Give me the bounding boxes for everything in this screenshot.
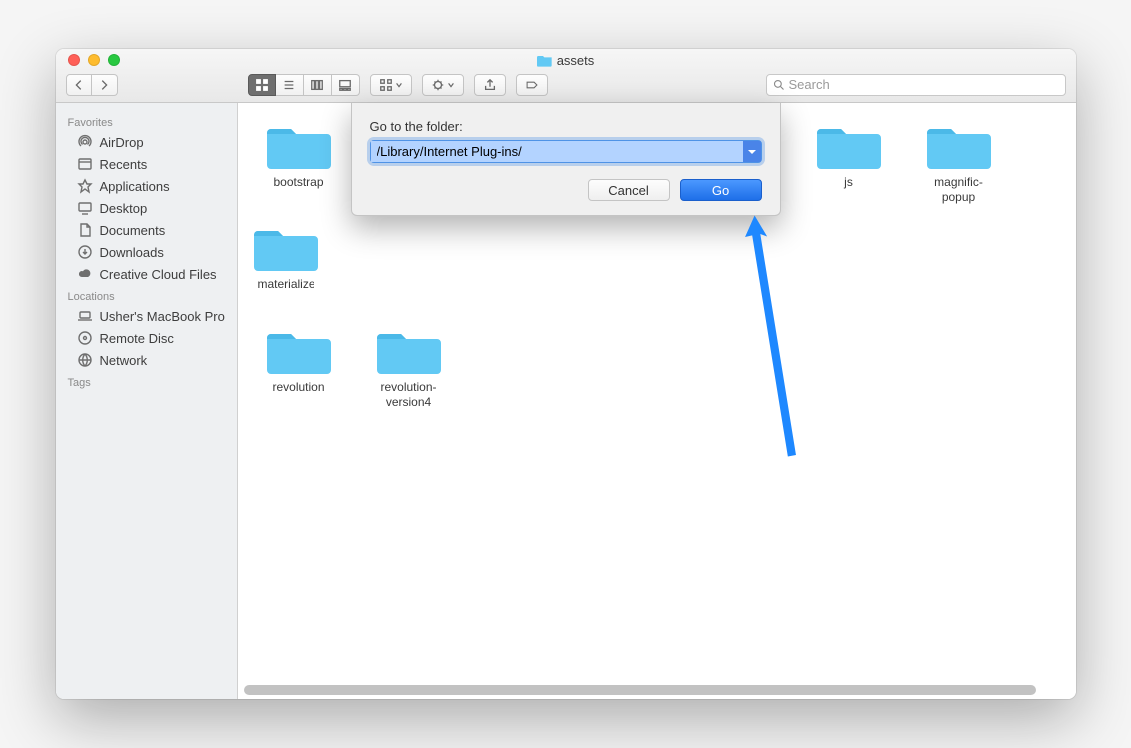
folder-icon: [267, 119, 331, 171]
close-window-button[interactable]: [68, 54, 80, 66]
action-menu-button[interactable]: [422, 74, 464, 96]
chevron-down-icon[interactable]: [743, 141, 761, 162]
folder-icon: [927, 119, 991, 171]
sidebar-item-applications[interactable]: Applications: [56, 175, 237, 197]
folder-bootstrap[interactable]: bootstrap: [258, 119, 340, 205]
sidebar-item-network[interactable]: Network: [56, 349, 237, 371]
tags-button[interactable]: [516, 74, 548, 96]
airdrop-icon: [76, 134, 94, 150]
sidebar-item-macbook[interactable]: Usher's MacBook Pro: [56, 305, 237, 327]
folder-magnific-popup[interactable]: magnific-popup: [918, 119, 1000, 205]
folder-materialize[interactable]: materialize: [258, 221, 314, 292]
sidebar-item-documents[interactable]: Documents: [56, 219, 237, 241]
disc-icon: [76, 330, 94, 346]
file-label: revolution-version4: [368, 380, 450, 410]
go-button[interactable]: Go: [680, 179, 762, 201]
back-button[interactable]: [66, 74, 92, 96]
button-label: Go: [712, 183, 729, 198]
desktop-icon: [76, 200, 94, 216]
documents-icon: [76, 222, 94, 238]
folder-icon: [537, 53, 553, 67]
network-icon: [76, 352, 94, 368]
finder-window: assets Search: [56, 49, 1076, 699]
search-icon: [773, 79, 785, 91]
folder-path-combobox[interactable]: [370, 140, 762, 163]
creative-cloud-icon: [76, 266, 94, 282]
sidebar-section-locations: Locations: [56, 285, 237, 305]
file-label: magnific-popup: [918, 175, 1000, 205]
dialog-label: Go to the folder:: [370, 119, 762, 134]
sidebar-item-recents[interactable]: Recents: [56, 153, 237, 175]
group-by-button[interactable]: [370, 74, 412, 96]
list-view-button[interactable]: [276, 74, 304, 96]
file-label: materialize: [258, 277, 314, 292]
folder-js[interactable]: js: [808, 119, 890, 205]
button-label: Cancel: [608, 183, 648, 198]
sidebar-item-desktop[interactable]: Desktop: [56, 197, 237, 219]
folder-icon: [817, 119, 881, 171]
folder-revolution-version4[interactable]: revolution-version4: [368, 324, 450, 410]
file-label: bootstrap: [273, 175, 323, 190]
cancel-button[interactable]: Cancel: [588, 179, 670, 201]
applications-icon: [76, 178, 94, 194]
sidebar-item-label: Recents: [100, 157, 148, 172]
sidebar: Favorites AirDrop Recents Applications D…: [56, 103, 238, 699]
sidebar-item-label: Network: [100, 353, 148, 368]
gallery-view-button[interactable]: [332, 74, 360, 96]
go-to-folder-dialog: Go to the folder: Cancel Go: [351, 103, 781, 216]
folder-path-input[interactable]: [371, 141, 743, 162]
sidebar-item-label: AirDrop: [100, 135, 144, 150]
laptop-icon: [76, 308, 94, 324]
window-title: assets: [56, 53, 1076, 68]
sidebar-item-label: Downloads: [100, 245, 164, 260]
sidebar-item-label: Remote Disc: [100, 331, 174, 346]
sidebar-section-favorites: Favorites: [56, 111, 237, 131]
sidebar-item-remote-disc[interactable]: Remote Disc: [56, 327, 237, 349]
recents-icon: [76, 156, 94, 172]
sidebar-item-downloads[interactable]: Downloads: [56, 241, 237, 263]
traffic-lights: [56, 54, 120, 66]
folder-icon: [267, 324, 331, 376]
search-placeholder: Search: [789, 77, 830, 92]
sidebar-item-label: Documents: [100, 223, 166, 238]
sidebar-item-airdrop[interactable]: AirDrop: [56, 131, 237, 153]
titlebar: assets Search: [56, 49, 1076, 103]
share-button[interactable]: [474, 74, 506, 96]
sidebar-item-label: Desktop: [100, 201, 148, 216]
view-mode-group: [248, 74, 360, 96]
sidebar-item-label: Applications: [100, 179, 170, 194]
sidebar-item-creative-cloud[interactable]: Creative Cloud Files: [56, 263, 237, 285]
folder-revolution[interactable]: revolution: [258, 324, 340, 410]
minimize-window-button[interactable]: [88, 54, 100, 66]
folder-icon: [254, 221, 318, 273]
column-view-button[interactable]: [304, 74, 332, 96]
sidebar-item-label: Creative Cloud Files: [100, 267, 217, 282]
search-input[interactable]: Search: [766, 74, 1066, 96]
icon-view-button[interactable]: [248, 74, 276, 96]
sidebar-section-tags: Tags: [56, 371, 237, 391]
window-title-text: assets: [557, 53, 595, 68]
horizontal-scrollbar[interactable]: [244, 685, 1070, 695]
forward-button[interactable]: [92, 74, 118, 96]
toolbar: Search: [56, 71, 1076, 102]
file-label: revolution: [272, 380, 324, 395]
zoom-window-button[interactable]: [108, 54, 120, 66]
downloads-icon: [76, 244, 94, 260]
sidebar-item-label: Usher's MacBook Pro: [100, 309, 225, 324]
folder-icon: [377, 324, 441, 376]
file-label: js: [844, 175, 853, 190]
